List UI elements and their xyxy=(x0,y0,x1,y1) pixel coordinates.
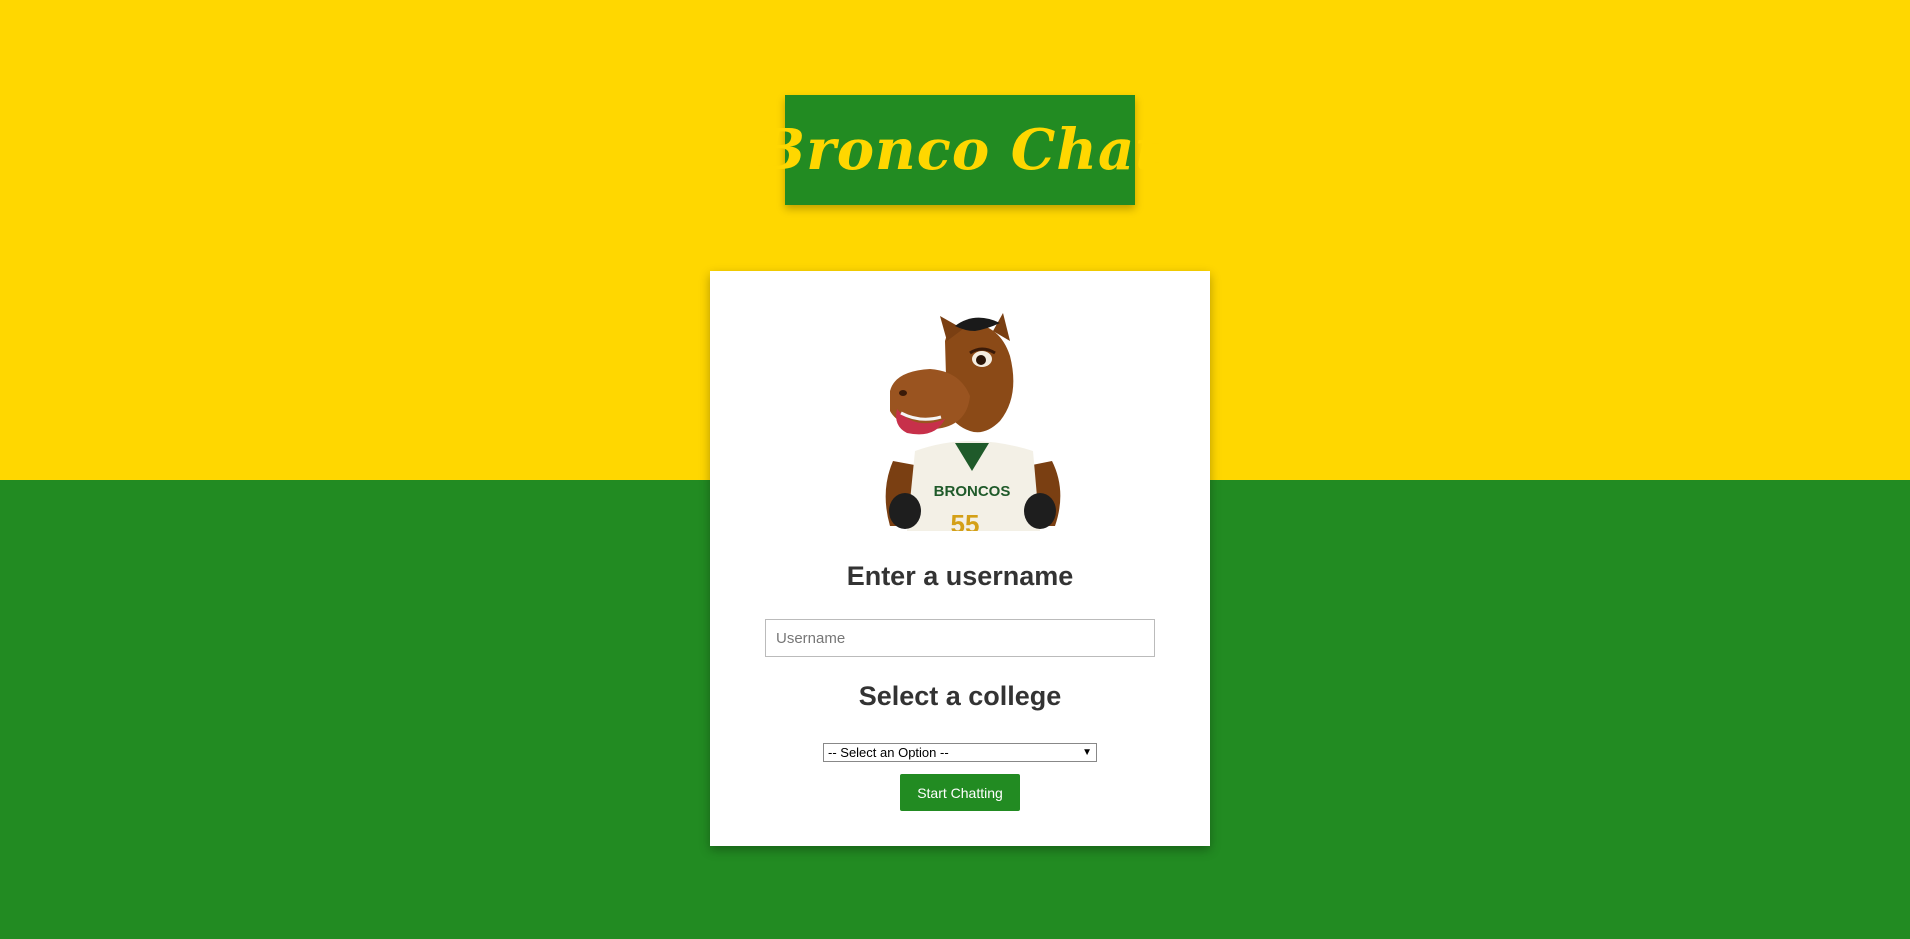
mascot-image: BRONCOS 55 xyxy=(885,313,1061,531)
mascot-jersey-text: BRONCOS xyxy=(934,483,1011,500)
start-chatting-button[interactable]: Start Chatting xyxy=(900,774,1020,811)
college-select-value: -- Select an Option -- xyxy=(828,745,949,760)
app-logo-text: Bronco Chat xyxy=(757,117,1163,183)
login-card: BRONCOS 55 Enter a username Select a col… xyxy=(710,271,1210,846)
college-heading: Select a college xyxy=(858,681,1062,711)
college-select[interactable]: -- Select an Option -- ▼ xyxy=(823,743,1097,762)
username-heading: Enter a username xyxy=(846,561,1074,591)
app-logo: Bronco Chat xyxy=(758,95,1161,205)
chevron-down-icon: ▼ xyxy=(1082,746,1092,758)
login-page: Bronco Chat BRONCOS 55 Enter a username … xyxy=(0,0,1910,939)
username-input[interactable] xyxy=(765,619,1155,657)
mascot-jersey-number: 55 xyxy=(951,509,980,531)
